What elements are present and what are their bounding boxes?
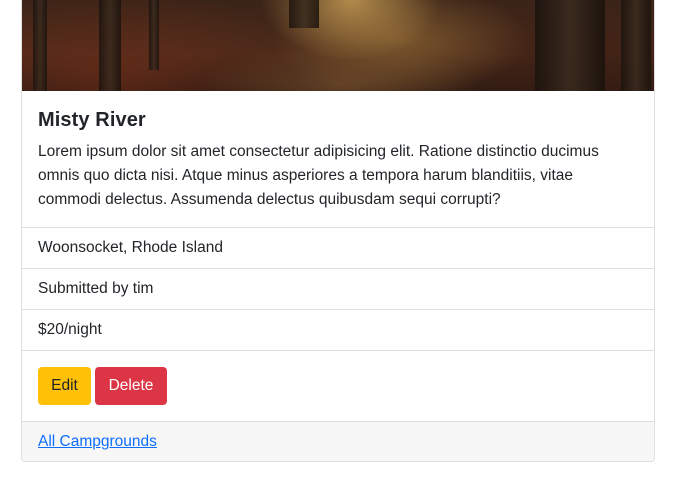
campground-image (22, 0, 654, 91)
all-campgrounds-link[interactable]: All Campgrounds (38, 433, 157, 450)
campground-description: Lorem ipsum dolor sit amet consectetur a… (38, 143, 599, 208)
image-tree-trunk (149, 0, 159, 70)
delete-button[interactable]: Delete (95, 367, 167, 405)
image-tree-trunk (535, 0, 605, 91)
campground-price: $20/night (22, 309, 654, 350)
card-body: Misty River Lorem ipsum dolor sit amet c… (22, 91, 654, 227)
image-tree-trunk (289, 0, 319, 28)
campground-title: Misty River (38, 109, 146, 131)
campground-card: Misty River Lorem ipsum dolor sit amet c… (21, 0, 655, 462)
edit-button[interactable]: Edit (38, 367, 91, 405)
card-footer: All Campgrounds (22, 421, 654, 461)
campground-location: Woonsocket, Rhode Island (22, 227, 654, 268)
image-tree-trunk (621, 0, 651, 91)
card-actions: Edit Delete (22, 350, 654, 421)
image-tree-trunk (33, 0, 47, 91)
campground-author: Submitted by tim (22, 268, 654, 309)
image-tree-trunk (99, 0, 121, 91)
